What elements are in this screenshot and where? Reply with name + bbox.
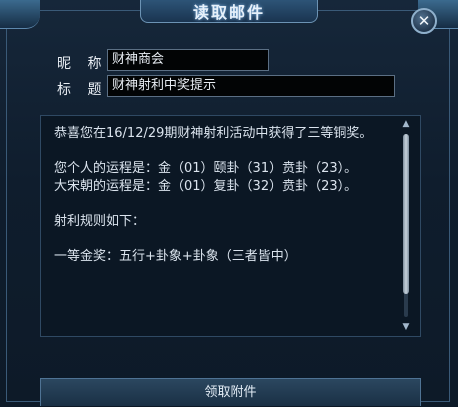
- close-button[interactable]: ✕: [411, 8, 437, 34]
- scroll-down-icon[interactable]: ▼: [399, 321, 413, 333]
- nickname-label: 昵 称: [57, 56, 108, 72]
- body-line: 您个人的运程是：金（01）颐卦（31）贲卦（23）。: [54, 161, 358, 176]
- left-corner-ornament: [0, 0, 40, 29]
- body-blank-line: [54, 143, 390, 161]
- claim-attachment-button[interactable]: 领取附件: [40, 378, 421, 406]
- vertical-scrollbar[interactable]: ▲ ▼: [399, 118, 413, 333]
- scroll-thumb[interactable]: [403, 134, 409, 294]
- title-bar: 读取邮件: [140, 0, 318, 23]
- body-blank-line: [54, 195, 390, 213]
- body-line: 大宋朝的运程是：金（01）复卦（32）贲卦（23）。: [54, 178, 358, 194]
- body-line: 恭喜您在16/12/29期财神射利活动中获得了三等铜奖。: [54, 126, 373, 141]
- mail-body-text: 恭喜您在16/12/29期财神射利活动中获得了三等铜奖。 您个人的运程是：金（0…: [54, 125, 390, 265]
- body-blank-line: [54, 230, 390, 248]
- scroll-up-icon[interactable]: ▲: [399, 118, 413, 130]
- subject-label: 标 题: [57, 82, 108, 98]
- mail-window: 读取邮件 ✕ 昵 称 财神商会 标 题 财神射利中奖提示 恭喜您在16/12/2…: [0, 0, 458, 406]
- subject-field: 财神射利中奖提示: [107, 75, 395, 97]
- body-line: 射利规则如下：: [54, 213, 146, 229]
- close-icon: ✕: [417, 11, 431, 30]
- window-title: 读取邮件: [192, 3, 265, 22]
- body-line: 一等金奖：五行+卦象+卦象（三者皆中）: [54, 248, 297, 264]
- nickname-field: 财神商会: [107, 49, 269, 71]
